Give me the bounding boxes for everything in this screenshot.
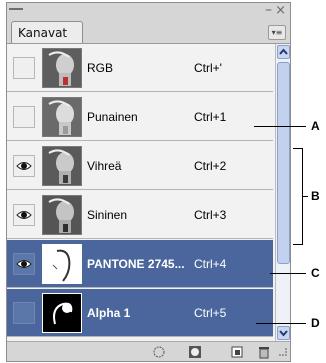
- channel-row-rgb[interactable]: RGB Ctrl+': [7, 44, 273, 92]
- channel-shortcut: Ctrl+4: [194, 257, 227, 271]
- eye-icon: [16, 162, 32, 170]
- callout-line-b: [303, 196, 308, 197]
- scroll-up-arrow-icon[interactable]: [277, 45, 290, 59]
- callout-bracket-b: [293, 148, 303, 245]
- eye-icon: [16, 260, 32, 268]
- callout-label-a: A: [311, 119, 320, 133]
- channel-name: Punainen: [87, 110, 138, 124]
- channel-shortcut: Ctrl+1: [194, 110, 227, 124]
- visibility-toggle[interactable]: [13, 302, 35, 324]
- channel-name: PANTONE 2745...: [87, 257, 185, 271]
- visibility-toggle[interactable]: [13, 57, 35, 79]
- callout-label-b: B: [311, 189, 320, 203]
- channel-name: Sininen: [87, 208, 128, 222]
- callout-line-d: [256, 323, 306, 324]
- visibility-toggle[interactable]: [13, 204, 35, 226]
- channel-name: Vihreä: [87, 159, 122, 173]
- tab-label: Kanavat: [18, 26, 68, 40]
- scroll-down-arrow-icon[interactable]: [277, 326, 290, 340]
- scroll-thumb[interactable]: [277, 62, 290, 264]
- callout-line-c: [270, 273, 306, 274]
- panel-title-bar[interactable]: – ×: [7, 2, 290, 23]
- callout-label-c: C: [311, 266, 320, 280]
- eye-icon: [16, 211, 32, 219]
- channel-shortcut: Ctrl+3: [194, 208, 227, 222]
- channels-panel: – × Kanavat × ▾≡ RGB Ctrl+' Punainen Ctr…: [6, 2, 291, 362]
- channel-thumbnail: [42, 48, 82, 88]
- channel-row-alpha-1[interactable]: Alpha 1 Ctrl+5: [7, 289, 273, 337]
- callout-line-a: [254, 126, 306, 127]
- channel-thumbnail: [42, 195, 82, 235]
- vertical-scrollbar[interactable]: [275, 44, 290, 342]
- resize-grip[interactable]: [279, 348, 287, 356]
- channel-row-punainen[interactable]: Punainen Ctrl+1: [7, 93, 273, 141]
- visibility-toggle[interactable]: [13, 253, 35, 275]
- channel-row-pantone[interactable]: PANTONE 2745... Ctrl+4: [7, 240, 273, 288]
- channel-name: RGB: [87, 61, 114, 75]
- minimize-button[interactable]: –: [265, 2, 272, 18]
- callout-label-d: D: [311, 316, 320, 330]
- save-selection-icon[interactable]: [188, 345, 202, 359]
- visibility-toggle[interactable]: [13, 155, 35, 177]
- channel-list: RGB Ctrl+' Punainen Ctrl+1 Vihreä Ctrl+2: [7, 43, 290, 342]
- load-selection-icon[interactable]: [152, 345, 166, 359]
- channel-name: Alpha 1: [87, 306, 131, 320]
- panel-footer: [7, 341, 290, 361]
- tab-kanavat[interactable]: Kanavat ×: [11, 21, 83, 54]
- channel-thumbnail: [42, 146, 82, 186]
- channel-row-sininen[interactable]: Sininen Ctrl+3: [7, 191, 273, 239]
- channel-thumbnail: [42, 293, 82, 333]
- collapse-handle[interactable]: [9, 8, 23, 16]
- new-channel-icon[interactable]: [230, 345, 244, 359]
- trash-icon[interactable]: [257, 345, 271, 359]
- channel-shortcut: Ctrl+5: [194, 306, 227, 320]
- channel-thumbnail: [42, 244, 82, 284]
- channel-shortcut: Ctrl+': [194, 61, 222, 75]
- channel-shortcut: Ctrl+2: [194, 159, 227, 173]
- channel-thumbnail: [42, 97, 82, 137]
- visibility-toggle[interactable]: [13, 106, 35, 128]
- channel-row-vihrea[interactable]: Vihreä Ctrl+2: [7, 142, 273, 190]
- panel-menu-button[interactable]: ▾≡: [268, 25, 286, 40]
- close-panel-button[interactable]: ×: [275, 3, 286, 18]
